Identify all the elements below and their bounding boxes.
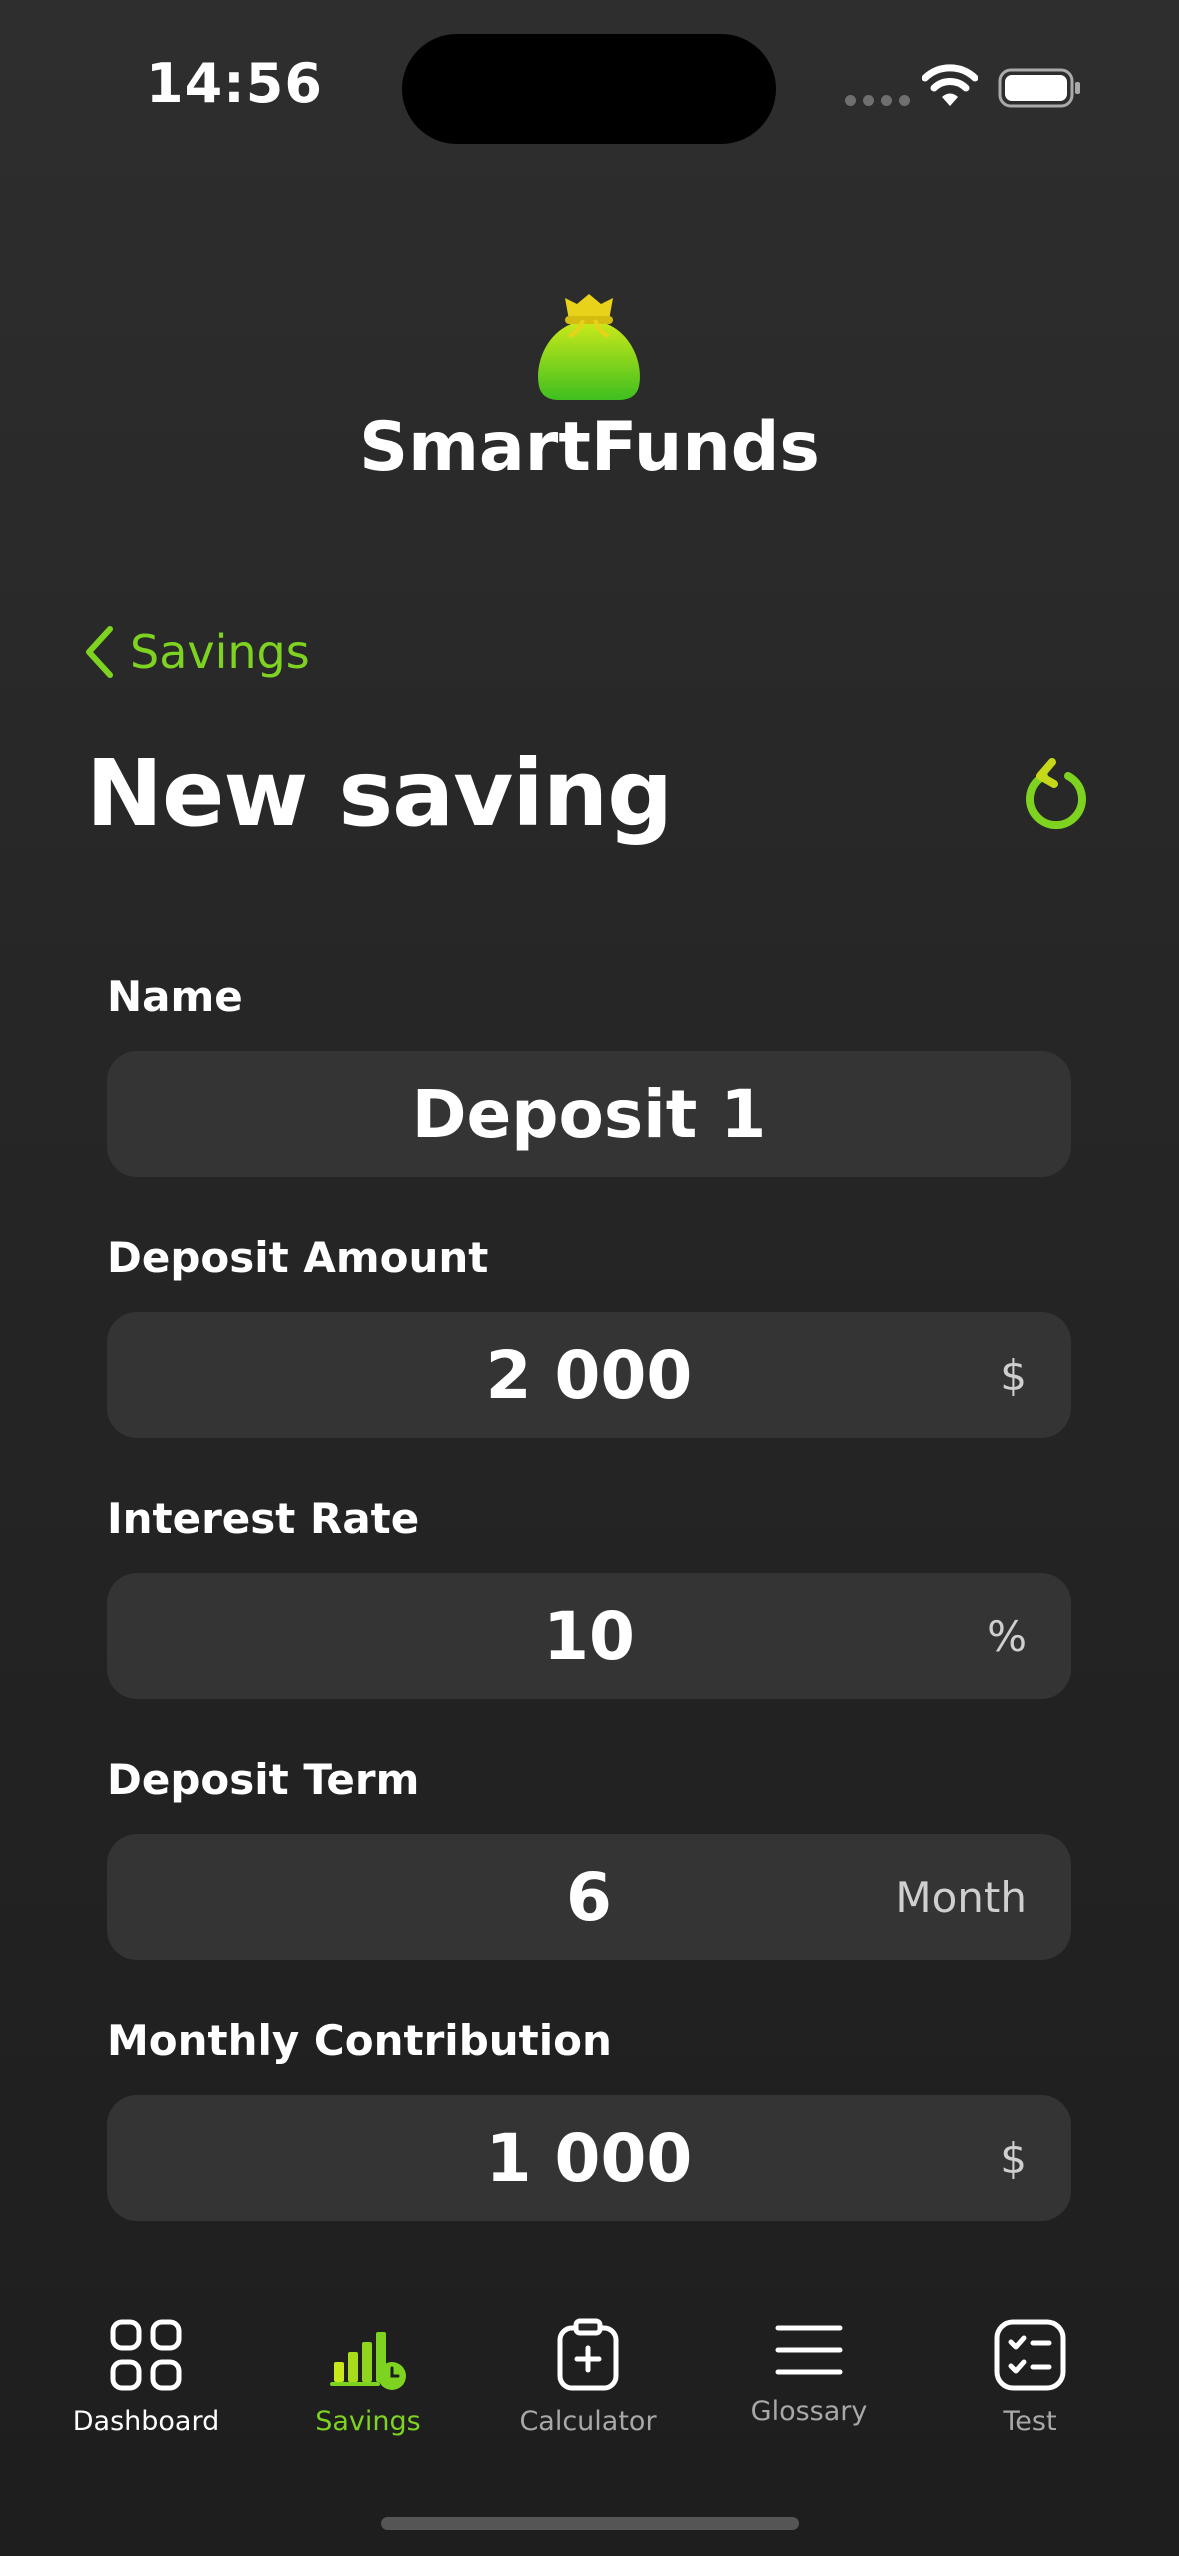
interest-rate-field[interactable]: 10 % — [107, 1573, 1071, 1699]
back-button[interactable]: Savings — [84, 625, 310, 679]
tab-calculator[interactable]: Calculator — [470, 2318, 706, 2437]
cellular-signal-icon — [845, 95, 910, 106]
reset-icon[interactable] — [1022, 758, 1090, 830]
monthly-contribution-value: 1 000 — [485, 2119, 693, 2197]
name-field[interactable]: Deposit 1 — [107, 1051, 1071, 1177]
tab-calculator-label: Calculator — [519, 2406, 657, 2437]
deposit-term-unit: Month — [895, 1872, 1027, 1922]
clipboard-plus-icon — [557, 2318, 619, 2391]
deposit-amount-field[interactable]: 2 000 $ — [107, 1312, 1071, 1438]
interest-rate-label: Interest Rate — [107, 1494, 420, 1543]
name-value: Deposit 1 — [411, 1075, 767, 1153]
deposit-amount-unit: $ — [1000, 1350, 1027, 1400]
tab-savings[interactable]: Savings — [250, 2318, 486, 2437]
deposit-term-field[interactable]: 6 Month — [107, 1834, 1071, 1960]
monthly-contribution-field[interactable]: 1 000 $ — [107, 2095, 1071, 2221]
deposit-term-label: Deposit Term — [107, 1755, 420, 1804]
savings-chart-icon — [330, 2332, 406, 2390]
tab-glossary-label: Glossary — [750, 2396, 868, 2427]
chevron-left-icon — [86, 626, 113, 678]
deposit-amount-value: 2 000 — [485, 1336, 693, 1414]
name-label: Name — [107, 972, 243, 1021]
tab-test-label: Test — [1003, 2406, 1057, 2437]
money-bag-logo-icon — [538, 294, 640, 400]
monthly-contribution-unit: $ — [1000, 2133, 1027, 2183]
wifi-icon — [922, 64, 978, 106]
grid-icon — [110, 2319, 182, 2391]
dynamic-island — [402, 34, 776, 144]
status-time: 14:56 — [146, 52, 323, 115]
tab-dashboard[interactable]: Dashboard — [28, 2318, 264, 2437]
app-title: SmartFunds — [359, 408, 820, 487]
monthly-contribution-label: Monthly Contribution — [107, 2016, 612, 2065]
home-indicator — [381, 2517, 799, 2530]
checklist-icon — [994, 2319, 1066, 2391]
tab-savings-label: Savings — [315, 2406, 421, 2437]
tab-dashboard-label: Dashboard — [72, 2406, 220, 2437]
interest-rate-unit: % — [987, 1611, 1027, 1661]
tab-test[interactable]: Test — [912, 2318, 1148, 2437]
interest-rate-value: 10 — [543, 1597, 635, 1675]
tab-glossary[interactable]: Glossary — [691, 2318, 927, 2427]
menu-lines-icon — [775, 2325, 843, 2375]
page-title: New saving — [86, 740, 673, 847]
battery-icon — [998, 68, 1080, 108]
deposit-amount-label: Deposit Amount — [107, 1233, 489, 1282]
back-label: Savings — [130, 625, 310, 679]
